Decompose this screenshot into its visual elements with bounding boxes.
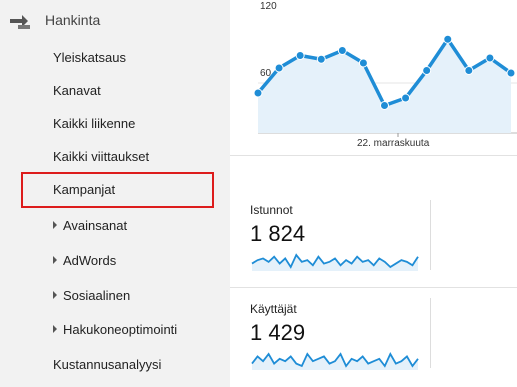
sidebar-item-cost-analysis[interactable]: Kustannusanalyysi — [53, 357, 161, 372]
metric-label: Istunnot — [250, 203, 293, 217]
data-point[interactable] — [358, 58, 368, 68]
sidebar-subitem-seo[interactable]: Hakukoneoptimointi — [53, 322, 177, 337]
sparkline — [251, 253, 419, 271]
sidebar-subitem-adwords[interactable]: AdWords — [53, 253, 116, 268]
sidebar-subitem-label: Sosiaalinen — [63, 288, 131, 303]
data-point[interactable] — [380, 101, 389, 110]
expand-arrow-icon — [53, 256, 57, 264]
main-panel: 120 60 22. marraskuuta Istunnot 1 824 Kä… — [230, 0, 517, 387]
sidebar-item-all-referrals[interactable]: Kaikki viittaukset — [53, 149, 149, 164]
data-point[interactable] — [443, 34, 453, 44]
acquisition-icon — [10, 15, 30, 29]
expand-arrow-icon — [53, 325, 57, 333]
sparkline — [251, 352, 419, 370]
sessions-chart: 120 60 22. marraskuuta — [230, 0, 517, 155]
data-point[interactable] — [337, 46, 347, 55]
divider — [230, 155, 517, 156]
data-point[interactable] — [295, 51, 305, 60]
data-point[interactable] — [253, 88, 263, 98]
metric-sessions[interactable]: Istunnot 1 824 — [250, 203, 450, 276]
sidebar-item-overview[interactable]: Yleiskatsaus — [53, 50, 126, 65]
metric-value: 1 824 — [250, 221, 306, 246]
divider — [430, 200, 431, 270]
y-tick-label: 60 — [260, 68, 272, 79]
y-tick-label: 120 — [260, 1, 277, 12]
sidebar-item-channels[interactable]: Kanavat — [53, 83, 101, 98]
series-area — [258, 39, 511, 133]
sidebar-section-label: Hankinta — [45, 12, 101, 28]
metric-users[interactable]: Käyttäjät 1 429 — [250, 302, 450, 375]
sidebar: Hankinta Yleiskatsaus Kanavat Kaikki lii… — [0, 0, 230, 387]
expand-arrow-icon — [53, 221, 57, 229]
metric-value: 1 429 — [250, 320, 306, 345]
sidebar-section-acquisition[interactable]: Hankinta — [0, 6, 230, 34]
sidebar-item-all-traffic[interactable]: Kaikki liikenne — [53, 116, 135, 131]
sidebar-subitem-keywords[interactable]: Avainsanat — [53, 218, 127, 233]
sidebar-subitem-label: Avainsanat — [63, 218, 128, 233]
line-chart — [253, 34, 517, 137]
sidebar-subitem-label: Hakukoneoptimointi — [63, 322, 178, 337]
data-point[interactable] — [274, 63, 284, 73]
data-point[interactable] — [464, 66, 474, 75]
expand-arrow-icon — [53, 291, 57, 299]
data-point[interactable] — [506, 68, 516, 78]
x-tick-label: 22. marraskuuta — [357, 138, 430, 149]
data-point[interactable] — [401, 93, 411, 103]
campaigns-highlight-box — [21, 172, 214, 208]
metric-label: Käyttäjät — [250, 302, 297, 316]
data-point[interactable] — [422, 66, 432, 75]
sidebar-subitem-social[interactable]: Sosiaalinen — [53, 288, 130, 303]
sidebar-subitem-label: AdWords — [63, 253, 117, 268]
data-point[interactable] — [316, 54, 326, 64]
divider — [230, 287, 517, 288]
data-point[interactable] — [485, 53, 495, 63]
divider — [430, 298, 431, 368]
